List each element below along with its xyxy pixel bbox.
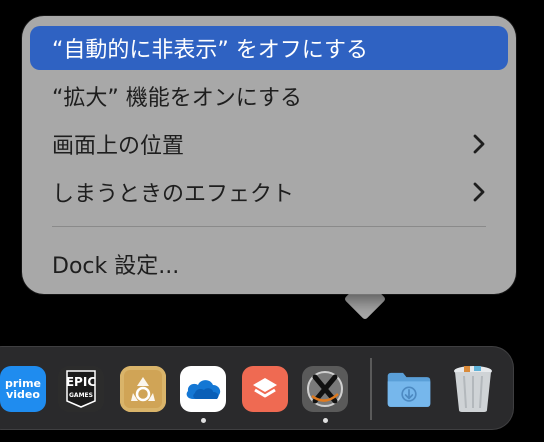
- recycle-icon: [120, 366, 166, 412]
- menu-item-label: “拡大” 機能をオンにする: [52, 86, 303, 111]
- folder-icon: [387, 372, 431, 407]
- chevron-right-icon: [473, 134, 485, 154]
- menu-item-label: 画面上の位置: [52, 134, 185, 159]
- layers-icon: [253, 378, 277, 398]
- epic-games-app-icon[interactable]: EPIC GAMES: [58, 366, 104, 412]
- running-indicator: [323, 418, 328, 423]
- cloud-icon: [186, 380, 221, 399]
- x11-app-icon[interactable]: [302, 366, 348, 412]
- trash-can-icon: [454, 366, 492, 412]
- menu-item-label: “自動的に非表示” をオフにする: [52, 38, 369, 63]
- menu-item-dock-settings[interactable]: Dock 設定...: [30, 242, 508, 286]
- downloads-folder-icon[interactable]: [386, 366, 432, 412]
- prime-line2: video: [6, 388, 40, 401]
- recycle-app-icon[interactable]: [120, 366, 166, 412]
- menu-item-autohide[interactable]: “自動的に非表示” をオフにする: [30, 26, 508, 70]
- menu-separator: [52, 226, 486, 227]
- running-indicator: [201, 418, 206, 423]
- menu-item-magnification[interactable]: “拡大” 機能をオンにする: [30, 74, 508, 118]
- trash-icon[interactable]: [450, 366, 496, 412]
- chevron-right-icon: [473, 182, 485, 202]
- layers-app-icon[interactable]: [242, 366, 288, 412]
- epic-line1: EPIC: [65, 375, 97, 389]
- dock-separator: [370, 358, 372, 420]
- onedrive-app-icon[interactable]: [180, 366, 226, 412]
- x-logo-icon: [307, 371, 343, 407]
- menu-item-minimize-effect[interactable]: しまうときのエフェクト: [30, 170, 508, 214]
- menu-item-position[interactable]: 画面上の位置: [30, 122, 508, 166]
- prime-video-app-icon[interactable]: prime video: [0, 366, 46, 412]
- epic-line2: GAMES: [69, 392, 93, 399]
- dock-context-menu: “自動的に非表示” をオフにする “拡大” 機能をオンにする 画面上の位置 しま…: [22, 16, 516, 294]
- menu-item-label: しまうときのエフェクト: [52, 182, 295, 207]
- menu-item-label: Dock 設定...: [52, 254, 180, 279]
